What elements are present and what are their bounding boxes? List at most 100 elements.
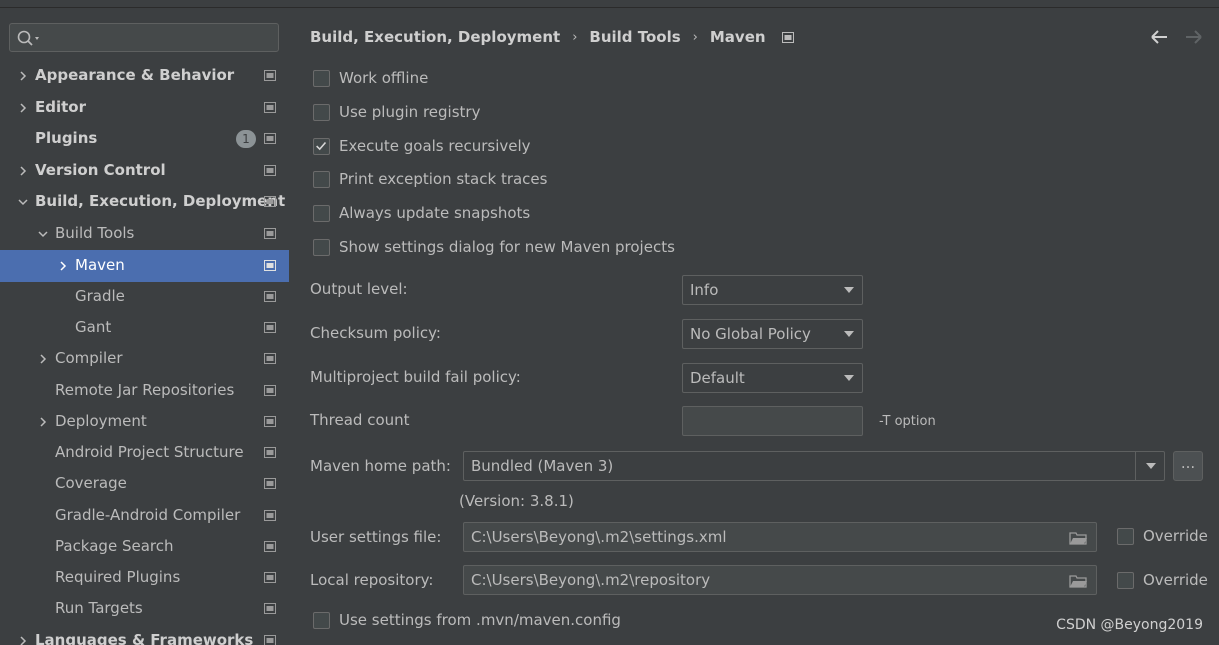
sidebar-item-label: Remote Jar Repositories — [55, 381, 235, 399]
checksum-policy-value: No Global Policy — [690, 325, 811, 343]
sidebar-item-appearance-behavior[interactable]: Appearance & Behavior — [0, 60, 289, 92]
maven-home-select[interactable]: Bundled (Maven 3) — [463, 451, 1165, 481]
mvn-config-checkbox[interactable]: Use settings from .mvn/maven.config — [313, 609, 621, 631]
option-execute-goals-recursively[interactable]: Execute goals recursively — [313, 135, 531, 157]
user-settings-value: C:\Users\Beyong\.m2\settings.xml — [471, 528, 727, 546]
dropdown-arrow-icon — [844, 287, 854, 293]
forward-arrow-icon[interactable] — [1182, 28, 1204, 46]
sidebar-item-coverage[interactable]: Coverage — [0, 468, 289, 500]
project-scope-icon — [264, 291, 276, 302]
back-arrow-icon[interactable] — [1149, 28, 1171, 46]
checkbox-box[interactable] — [313, 137, 330, 155]
breadcrumb: Build, Execution, Deployment › Build Too… — [310, 28, 794, 46]
local-repo-label: Local repository: — [310, 571, 434, 589]
maven-home-value: Bundled (Maven 3) — [471, 457, 614, 475]
breadcrumb-item: Maven — [709, 28, 766, 46]
project-scope-icon — [264, 603, 276, 614]
checkbox-box[interactable] — [313, 103, 330, 121]
sidebar-item-deployment[interactable]: Deployment — [0, 406, 289, 438]
user-settings-input[interactable]: C:\Users\Beyong\.m2\settings.xml — [463, 522, 1097, 552]
browse-maven-home-button[interactable]: ... — [1173, 451, 1203, 481]
project-scope-icon — [264, 165, 276, 176]
thread-count-hint: -T option — [879, 414, 936, 429]
chevron-right-icon[interactable] — [17, 635, 29, 645]
sidebar-item-plugins[interactable]: Plugins 1 — [0, 123, 289, 155]
chevron-right-icon[interactable] — [17, 165, 29, 177]
sidebar-item-remote-jar-repositories[interactable]: Remote Jar Repositories — [0, 375, 289, 407]
dropdown-arrow-icon — [844, 331, 854, 337]
sidebar-item-gradle-android-compiler[interactable]: Gradle-Android Compiler — [0, 500, 289, 532]
fail-policy-select[interactable]: Default — [682, 363, 863, 393]
sidebar-item-required-plugins[interactable]: Required Plugins — [0, 562, 289, 594]
override-label: Override — [1143, 527, 1208, 545]
checkbox-box[interactable] — [313, 204, 330, 222]
option-label: Execute goals recursively — [339, 137, 531, 155]
chevron-right-icon[interactable] — [17, 102, 29, 114]
checksum-policy-select[interactable]: No Global Policy — [682, 319, 863, 349]
sidebar-item-package-search[interactable]: Package Search — [0, 531, 289, 563]
user-settings-label: User settings file: — [310, 528, 442, 546]
sidebar-item-maven[interactable]: Maven — [0, 250, 289, 282]
breadcrumb-item[interactable]: Build Tools — [589, 28, 680, 46]
chevron-down-icon[interactable] — [37, 228, 49, 240]
option-work-offline[interactable]: Work offline — [313, 67, 428, 89]
sidebar-item-build-tools[interactable]: Build Tools — [0, 218, 289, 250]
chevron-right-icon[interactable] — [37, 353, 49, 365]
sidebar-item-version-control[interactable]: Version Control — [0, 155, 289, 187]
sidebar-item-label: Android Project Structure — [55, 443, 244, 461]
project-scope-icon — [264, 385, 276, 396]
search-icon — [17, 30, 39, 46]
checkbox-box[interactable] — [313, 611, 330, 629]
sidebar-item-label: Gant — [75, 318, 112, 336]
combo-divider — [1135, 452, 1136, 480]
window-title-strip — [0, 0, 1219, 8]
checkbox-box[interactable] — [1117, 527, 1134, 545]
sidebar-item-compiler[interactable]: Compiler — [0, 343, 289, 375]
sidebar-item-android-project-structure[interactable]: Android Project Structure — [0, 437, 289, 469]
local-repo-input[interactable]: C:\Users\Beyong\.m2\repository — [463, 565, 1097, 595]
sidebar-item-editor[interactable]: Editor — [0, 92, 289, 124]
option-label: Work offline — [339, 69, 429, 87]
project-scope-icon — [264, 353, 276, 364]
option-show-settings-dialog-for-new-maven-projects[interactable]: Show settings dialog for new Maven proje… — [313, 236, 675, 258]
search-input[interactable] — [9, 23, 279, 52]
chevron-right-icon: › — [572, 29, 578, 45]
sidebar-item-label: Build Tools — [55, 224, 135, 242]
thread-count-label: Thread count — [310, 411, 410, 429]
option-label: Use plugin registry — [339, 103, 481, 121]
override-settings-checkbox[interactable]: Override — [1117, 525, 1208, 547]
checkbox-box[interactable] — [1117, 571, 1134, 589]
thread-count-input[interactable] — [682, 406, 863, 436]
folder-icon[interactable] — [1069, 574, 1087, 588]
sidebar-item-gradle[interactable]: Gradle — [0, 281, 289, 313]
override-repo-checkbox[interactable]: Override — [1117, 569, 1208, 591]
option-always-update-snapshots[interactable]: Always update snapshots — [313, 202, 530, 224]
sidebar-item-label: Editor — [35, 98, 86, 116]
project-scope-icon — [264, 635, 276, 645]
sidebar-item-label: Deployment — [55, 412, 147, 430]
option-print-exception-stack-traces[interactable]: Print exception stack traces — [313, 168, 547, 190]
checkbox-box[interactable] — [313, 69, 330, 87]
folder-icon[interactable] — [1069, 531, 1087, 545]
checkbox-box[interactable] — [313, 238, 330, 256]
sidebar-item-run-targets[interactable]: Run Targets — [0, 593, 289, 625]
sidebar-item-languages-frameworks[interactable]: Languages & Frameworks — [0, 625, 289, 645]
sidebar-item-label: Languages & Frameworks — [35, 631, 254, 645]
chevron-right-icon[interactable] — [57, 260, 69, 272]
chevron-down-icon[interactable] — [17, 196, 29, 208]
checkbox-box[interactable] — [313, 170, 330, 188]
breadcrumb-item[interactable]: Build, Execution, Deployment — [310, 28, 560, 46]
sidebar-item-build-execution-deployment[interactable]: Build, Execution, Deployment — [0, 186, 289, 218]
output-level-select[interactable]: Info — [682, 275, 863, 305]
project-scope-icon — [264, 322, 276, 333]
sidebar-item-label: Coverage — [55, 474, 127, 492]
sidebar-item-label: Package Search — [55, 537, 174, 555]
option-use-plugin-registry[interactable]: Use plugin registry — [313, 101, 480, 123]
sidebar-item-gant[interactable]: Gant — [0, 312, 289, 344]
sidebar-item-label: Maven — [75, 256, 125, 274]
sidebar-item-label: Version Control — [35, 161, 166, 179]
project-scope-icon — [264, 572, 276, 583]
chevron-right-icon[interactable] — [37, 416, 49, 428]
chevron-right-icon[interactable] — [17, 70, 29, 82]
local-repo-value: C:\Users\Beyong\.m2\repository — [471, 571, 711, 589]
